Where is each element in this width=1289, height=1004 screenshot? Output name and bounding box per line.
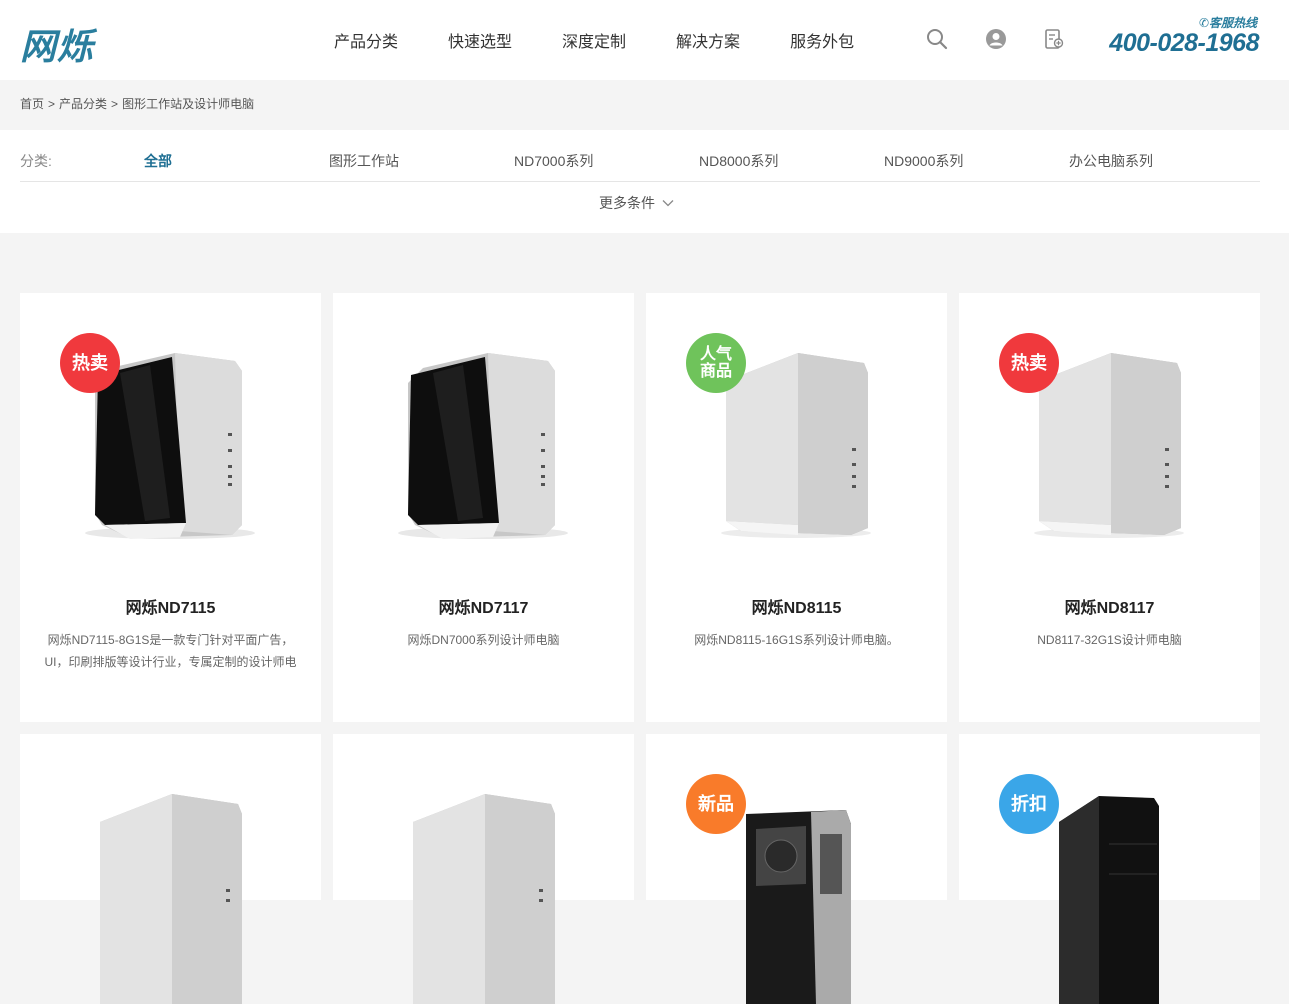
chevron-down-icon — [662, 200, 674, 207]
hotline-number: 400-028-1968 — [1109, 29, 1259, 57]
hot-sale-badge: 热卖 — [999, 333, 1059, 393]
nav-quick-select[interactable]: 快速选型 — [448, 28, 512, 52]
product-image-black-glass-case — [398, 353, 568, 539]
new-product-badge: 新品 — [686, 774, 746, 834]
nav-custom[interactable]: 深度定制 — [562, 28, 626, 52]
product-image-black-tower-case — [1059, 796, 1159, 1004]
breadcrumb: 首页 > 产品分类 > 图形工作站及设计师电脑 — [0, 80, 1289, 130]
product-description: ND8117-32G1S设计师电脑 — [1037, 633, 1182, 647]
register-icon[interactable] — [1043, 28, 1065, 50]
breadcrumb-category[interactable]: 产品分类 — [59, 97, 107, 111]
product-card[interactable] — [333, 734, 634, 1004]
breadcrumb-separator: > — [111, 97, 119, 111]
nav-product-category[interactable]: 产品分类 — [334, 28, 398, 52]
product-description: 网烁ND8115-16G1S系列设计师电脑。 — [694, 633, 899, 647]
breadcrumb-home[interactable]: 首页 — [20, 97, 44, 111]
product-image-silver-case — [413, 794, 555, 1004]
filter-option-nd8000[interactable]: ND8000系列 — [699, 151, 778, 171]
product-image-silver-case — [721, 353, 871, 538]
product-card[interactable]: 折扣 — [959, 734, 1260, 1004]
user-icon[interactable] — [985, 28, 1007, 50]
product-card[interactable]: 人气商品 网烁ND8115 网烁ND8115-16G1S系列设计师电脑。 — [646, 293, 947, 722]
filter-option-nd9000[interactable]: ND9000系列 — [884, 151, 963, 171]
nav-outsourcing[interactable]: 服务外包 — [790, 28, 854, 52]
filter-panel: 分类: 全部 图形工作站 ND7000系列 ND8000系列 ND9000系列 … — [0, 130, 1289, 233]
product-description: 网烁DN7000系列设计师电脑 — [407, 633, 560, 647]
breadcrumb-separator: > — [48, 97, 56, 111]
product-card[interactable]: 热卖 网烁ND7115 网烁ND7115-8G1S是一款专门针对平面广告，UI，… — [20, 293, 321, 722]
hot-sale-badge: 热卖 — [60, 333, 120, 393]
product-image-silver-case — [1034, 353, 1184, 538]
filter-option-nd7000[interactable]: ND7000系列 — [514, 151, 593, 171]
product-card[interactable] — [20, 734, 321, 1004]
product-title[interactable]: 网烁ND8115 — [646, 594, 947, 618]
product-card[interactable]: 热卖 网烁ND8117 ND8117-32G1S设计师电脑 — [959, 293, 1260, 722]
site-logo[interactable]: 网烁 — [20, 18, 94, 70]
product-card[interactable]: 新品 — [646, 734, 947, 1004]
discount-badge: 折扣 — [999, 774, 1059, 834]
filter-option-office[interactable]: 办公电脑系列 — [1069, 151, 1153, 171]
filter-option-workstation[interactable]: 图形工作站 — [329, 151, 399, 171]
product-description: 网烁ND7115-8G1S是一款专门针对平面广告，UI，印刷排版等设计行业，专属… — [44, 633, 297, 669]
search-icon[interactable] — [926, 28, 948, 50]
hotline: ✆客服热线 400-028-1968 — [1109, 14, 1259, 58]
filter-option-all[interactable]: 全部 — [144, 151, 172, 171]
product-title[interactable]: 网烁ND7117 — [333, 594, 634, 618]
product-card[interactable]: 网烁ND7117 网烁DN7000系列设计师电脑 — [333, 293, 634, 722]
product-image-black-glass-case — [85, 353, 255, 539]
more-filters-label: 更多条件 — [599, 195, 655, 211]
main-nav: 产品分类 快速选型 深度定制 解决方案 服务外包 — [334, 0, 904, 80]
product-title[interactable]: 网烁ND8117 — [959, 594, 1260, 618]
more-filters-button[interactable]: 更多条件 — [599, 193, 674, 213]
category-filter-row: 分类: 全部 图形工作站 ND7000系列 ND8000系列 ND9000系列 … — [20, 130, 1260, 182]
product-image-gaming-case — [746, 810, 851, 1004]
popular-badge: 人气商品 — [686, 333, 746, 393]
filter-label: 分类: — [20, 153, 52, 169]
site-header: 网烁 产品分类 快速选型 深度定制 解决方案 服务外包 ✆客服热线 400-02… — [0, 0, 1289, 80]
product-title[interactable]: 网烁ND7115 — [20, 594, 321, 618]
nav-solutions[interactable]: 解决方案 — [676, 28, 740, 52]
product-image-silver-case — [100, 794, 242, 1004]
breadcrumb-current[interactable]: 图形工作站及设计师电脑 — [122, 97, 254, 111]
